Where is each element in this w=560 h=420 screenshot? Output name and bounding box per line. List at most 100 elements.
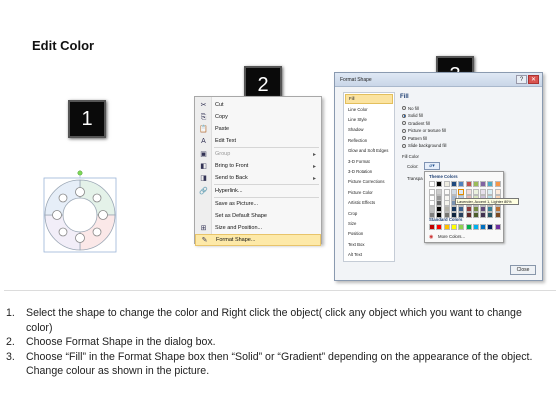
- radio-button[interactable]: [402, 136, 406, 140]
- standard-color-swatch[interactable]: [429, 224, 435, 230]
- nav-item-3-d-format[interactable]: 3-D Format: [345, 156, 393, 166]
- color-picker-button[interactable]: ⌀▾: [424, 162, 440, 170]
- fill-option-slide-background-fill[interactable]: Slide background fill: [402, 143, 446, 149]
- close-button[interactable]: Close: [510, 265, 536, 275]
- menu-item-send-to-back[interactable]: ◨ Send to Back ▸: [195, 172, 321, 184]
- menu-item-label: Group: [215, 151, 231, 157]
- menu-item-cut[interactable]: ✂ Cut: [195, 99, 321, 111]
- page-title: Edit Color: [32, 38, 95, 53]
- menu-item-copy[interactable]: ⎘ Copy: [195, 111, 321, 123]
- instructions-list: 1. Select the shape to change the color a…: [6, 306, 546, 379]
- fill-option-picture-or-texture-fill[interactable]: Picture or texture fill: [402, 128, 446, 134]
- nav-item-picture-color[interactable]: Picture Color: [345, 188, 393, 198]
- color-swatch[interactable]: [465, 181, 472, 187]
- hyperlink-icon: 🔗: [199, 187, 208, 195]
- nav-item-fill[interactable]: Fill: [345, 94, 393, 104]
- standard-color-swatch[interactable]: [465, 224, 472, 230]
- ring-dot: [75, 187, 85, 197]
- color-swatch[interactable]: [472, 181, 479, 187]
- color-swatch[interactable]: [494, 212, 501, 218]
- standard-color-swatch[interactable]: [487, 224, 494, 230]
- menu-item-label: Save as Picture...: [215, 201, 259, 207]
- standard-color-swatch[interactable]: [480, 224, 487, 230]
- standard-color-swatch[interactable]: [472, 224, 479, 230]
- menu-item-set-as-default-shape[interactable]: Set as Default Shape: [195, 210, 321, 222]
- instruction-item: 1. Select the shape to change the color a…: [6, 306, 546, 335]
- nav-item-alt-text[interactable]: Alt Text: [345, 250, 393, 260]
- color-label: Color:: [407, 164, 419, 169]
- menu-item-save-as-picture[interactable]: Save as Picture...: [195, 198, 321, 210]
- color-swatch[interactable]: [472, 212, 479, 218]
- nav-item-crop[interactable]: Crop: [345, 208, 393, 218]
- color-swatch[interactable]: [458, 181, 465, 187]
- fill-option-pattern-fill[interactable]: Pattern fill: [402, 135, 427, 141]
- color-palette: Theme Colors Standard Colors ◉ More Colo…: [424, 171, 504, 243]
- ring-dot: [58, 227, 68, 237]
- paste-icon: 📋: [199, 125, 208, 133]
- fill-option-label: No fill: [408, 105, 419, 111]
- menu-item-label: Copy: [215, 114, 228, 120]
- color-swatch[interactable]: [443, 181, 450, 187]
- menu-item-format-shape[interactable]: ✎ Format Shape...: [195, 234, 321, 246]
- ring-dot: [75, 233, 85, 243]
- radio-button[interactable]: [402, 121, 406, 125]
- standard-color-swatch[interactable]: [494, 224, 501, 230]
- standard-color-swatch[interactable]: [450, 224, 457, 230]
- rotation-handle[interactable]: [77, 170, 83, 176]
- menu-item-paste[interactable]: 📋 Paste: [195, 123, 321, 135]
- nav-item-3-d-rotation[interactable]: 3-D Rotation: [345, 167, 393, 177]
- color-swatch[interactable]: [429, 181, 435, 187]
- menu-item-hyperlink[interactable]: 🔗 Hyperlink...: [195, 185, 321, 197]
- nav-item-picture-corrections[interactable]: Picture Corrections: [345, 177, 393, 187]
- nav-item-text-box[interactable]: Text Box: [345, 240, 393, 250]
- radio-button[interactable]: [402, 106, 406, 110]
- instruction-number: 2.: [6, 336, 15, 348]
- ring-dot: [98, 210, 108, 220]
- nav-item-size[interactable]: Size: [345, 219, 393, 229]
- instruction-item: 2. Choose Format Shape in the dialog box.: [6, 335, 546, 350]
- menu-item-group[interactable]: ▣ Group ▸: [195, 148, 321, 160]
- standard-color-swatch[interactable]: [436, 224, 443, 230]
- menu-item-edit-text[interactable]: A Edit Text: [195, 135, 321, 147]
- radio-button[interactable]: [402, 113, 406, 118]
- color-swatch[interactable]: [487, 212, 494, 218]
- more-colors-link[interactable]: More Colors...: [438, 234, 465, 239]
- color-swatch[interactable]: [436, 181, 443, 187]
- instruction-text: Select the shape to change the color and…: [26, 307, 522, 334]
- fill-option-label: Gradient fill: [408, 120, 430, 126]
- menu-item-size-and-position[interactable]: ⊞ Size and Position...: [195, 222, 321, 234]
- fill-option-no-fill[interactable]: No fill: [402, 105, 419, 111]
- nav-item-shadow[interactable]: Shadow: [345, 125, 393, 135]
- fill-option-gradient-fill[interactable]: Gradient fill: [402, 120, 430, 126]
- fill-option-solid-fill[interactable]: Solid fill: [402, 113, 423, 119]
- nav-item-artistic-effects[interactable]: Artistic Effects: [345, 198, 393, 208]
- nav-item-line-color[interactable]: Line Color: [345, 104, 393, 114]
- instruction-text: Choose “Fill” in the Format Shape box th…: [26, 350, 533, 378]
- standard-color-swatch[interactable]: [443, 224, 450, 230]
- radio-button[interactable]: [402, 128, 406, 133]
- ring-shape[interactable]: [38, 168, 122, 258]
- color-swatch[interactable]: [480, 212, 487, 218]
- radio-button[interactable]: [402, 143, 406, 148]
- dialog-title: Format Shape: [340, 77, 372, 83]
- context-menu: ✂ Cut ⎘ Copy 📋 Paste A Edit Text ▣ Group ▸ ◧ Bring t…: [194, 96, 322, 246]
- color-swatch[interactable]: [450, 181, 457, 187]
- help-button[interactable]: ?: [516, 75, 527, 84]
- color-swatch[interactable]: [494, 181, 501, 187]
- menu-item-bring-to-front[interactable]: ◧ Bring to Front ▸: [195, 160, 321, 172]
- color-swatch[interactable]: [487, 181, 494, 187]
- nav-item-reflection[interactable]: Reflection: [345, 136, 393, 146]
- menu-item-label: Edit Text: [215, 138, 236, 144]
- send-back-icon: ◨: [200, 174, 207, 182]
- ring-dot: [52, 210, 62, 220]
- pane-heading: Fill: [400, 94, 409, 100]
- color-swatch[interactable]: [465, 212, 472, 218]
- bring-front-icon: ◧: [200, 162, 207, 170]
- nav-item-line-style[interactable]: Line Style: [345, 115, 393, 125]
- color-swatch[interactable]: [480, 181, 487, 187]
- nav-item-position[interactable]: Position: [345, 229, 393, 239]
- fill-option-label: Pattern fill: [408, 135, 428, 141]
- close-icon[interactable]: ✕: [528, 75, 539, 84]
- nav-item-glow-and-soft-edges[interactable]: Glow and Soft Edges: [345, 146, 393, 156]
- standard-color-swatch[interactable]: [458, 224, 465, 230]
